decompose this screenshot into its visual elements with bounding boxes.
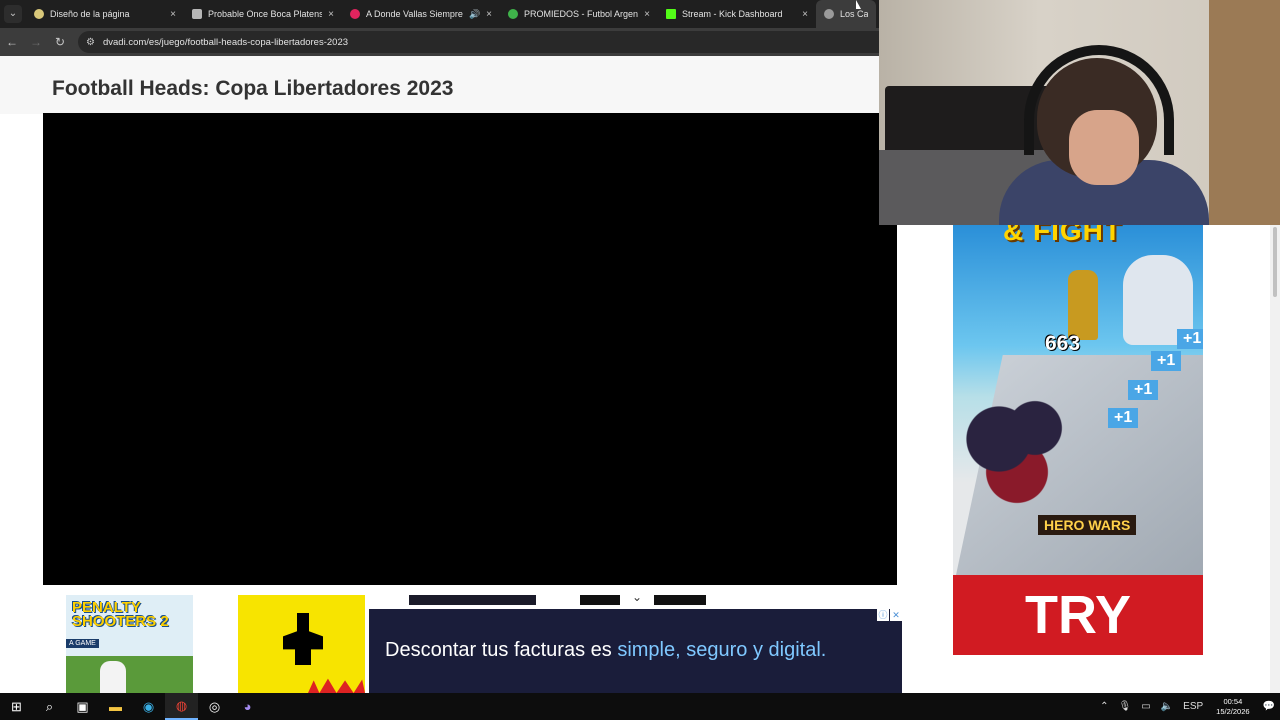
page-scrollbar[interactable]: [1270, 225, 1280, 693]
game-thumbnail-penalty-shooters[interactable]: PENALTY SHOOTERS 2 A GAME: [66, 595, 193, 693]
edge-browser-icon[interactable]: ◉: [132, 693, 165, 720]
tab-favicon-icon: [508, 9, 518, 19]
bottom-ad-banner[interactable]: Descontar tus facturas es simple, seguro…: [369, 609, 902, 693]
windows-taskbar: ⊞ ⌕ ▣ ▬ ◉ ◍ ◎ ◕ ⌃ 🎙 ▭ 🔈 ESP 00:54 15/2/2…: [0, 693, 1280, 720]
door: [1209, 0, 1280, 225]
headphones: [1024, 45, 1174, 155]
chevron-down-icon: ⌄: [4, 5, 22, 23]
ad-choices[interactable]: ⓘ ✕: [876, 609, 902, 621]
chevron-up-icon[interactable]: ⌃: [1100, 701, 1108, 712]
game-canvas[interactable]: [43, 113, 897, 585]
close-icon[interactable]: ×: [486, 9, 492, 20]
volume-icon[interactable]: 🔈: [1161, 701, 1173, 712]
url-text: dvadi.com/es/juego/football-heads-copa-l…: [102, 36, 349, 48]
ad-counter: 663: [1045, 332, 1081, 355]
ad-plus-label: +1: [1108, 408, 1139, 428]
reload-icon[interactable]: ↻: [48, 28, 72, 56]
ad-logo: HERO WARS: [1038, 515, 1137, 535]
close-icon[interactable]: ×: [802, 9, 808, 20]
windows-start-icon[interactable]: ⊞: [0, 693, 33, 720]
clock[interactable]: 00:54 15/2/2026: [1216, 697, 1249, 717]
close-icon[interactable]: ×: [644, 9, 650, 20]
language-indicator[interactable]: ESP: [1183, 701, 1203, 712]
ad-plus-label: +1: [1128, 380, 1159, 400]
clock-date: 15/2/2026: [1216, 706, 1250, 716]
file-explorer-icon[interactable]: ▬: [99, 693, 132, 720]
info-icon[interactable]: ⓘ: [877, 609, 889, 621]
tab-title: A Donde Vallas Siempre Es...: [366, 9, 465, 19]
thumbnail-title: PENALTY SHOOTERS 2: [72, 599, 169, 630]
tab-title: Stream - Kick Dashboard: [682, 9, 783, 19]
close-icon[interactable]: ✕: [890, 609, 902, 621]
system-tray: ⌃ 🎙 ▭ 🔈 ESP 00:54 15/2/2026 💬: [1095, 693, 1280, 720]
back-arrow-icon[interactable]: ←: [0, 28, 24, 56]
chrome-browser-icon[interactable]: ◍: [165, 693, 198, 720]
search-icon[interactable]: ⌕: [33, 693, 66, 720]
site-info-icon[interactable]: ⚙: [86, 37, 95, 48]
tab-diseno[interactable]: Diseño de la página ×: [26, 0, 184, 28]
ad-headline: & FIGHT: [1003, 225, 1122, 246]
tab-kick-dashboard[interactable]: Stream - Kick Dashboard ×: [658, 0, 816, 28]
tab-a-donde-vallas[interactable]: A Donde Vallas Siempre Es... 🔊 ×: [342, 0, 500, 28]
task-view-icon[interactable]: ▣: [66, 693, 99, 720]
tab-favicon-icon: [34, 9, 44, 19]
tab-search-button[interactable]: ⌄: [0, 0, 26, 28]
sidebar-ad-hero-wars[interactable]: & FIGHT 663 +1 +1 +1 +1 HERO WARS TRY: [953, 225, 1203, 655]
tab-favicon-icon: [824, 9, 834, 19]
tab-favicon-icon: [350, 9, 360, 19]
ad-cta-button[interactable]: TRY: [953, 575, 1203, 655]
tab-title: Probable Once Boca Platense: [208, 9, 323, 19]
address-bar[interactable]: ⚙ dvadi.com/es/juego/football-heads-copa…: [78, 31, 898, 53]
ad-plus-label: +1: [1151, 351, 1182, 371]
collapse-ad-button[interactable]: ⌄: [620, 588, 654, 606]
scrollbar-thumb[interactable]: [1273, 227, 1277, 297]
silhouette-figure: [283, 613, 323, 665]
title-bar: Football Heads: Copa Libertadores 2023: [0, 56, 880, 114]
tab-favicon-icon: [192, 9, 202, 19]
notifications-icon[interactable]: 💬: [1263, 701, 1275, 712]
tab-promiedos[interactable]: PROMIEDOS - Futbol Argentino ×: [500, 0, 658, 28]
tab-probable-once[interactable]: Probable Once Boca Platense ×: [184, 0, 342, 28]
thumbnail-tag: A GAME: [66, 639, 99, 648]
ad-statue-artwork: [1068, 270, 1098, 340]
game-thumbnail-yellow[interactable]: [238, 595, 365, 693]
ad-text: Descontar tus facturas es simple, seguro…: [385, 639, 827, 661]
ad-troops-artwork: [963, 395, 1083, 505]
discord-icon[interactable]: ◕: [231, 693, 264, 720]
tab-title: PROMIEDOS - Futbol Argentino: [524, 9, 639, 19]
tab-los-cabezones[interactable]: Los Cabezo: [816, 0, 876, 28]
flame-decoration: [308, 678, 365, 693]
tab-title: Diseño de la página: [50, 9, 130, 19]
tab-title: Los Cabezo: [840, 9, 868, 19]
network-icon[interactable]: ▭: [1141, 701, 1150, 712]
webcam-overlay: [879, 0, 1280, 225]
close-icon[interactable]: ×: [170, 9, 176, 20]
close-icon[interactable]: ×: [328, 9, 334, 20]
ad-plus-label: +1: [1177, 329, 1203, 349]
microphone-icon[interactable]: 🎙: [1119, 701, 1132, 712]
speaker-icon[interactable]: 🔊: [469, 9, 480, 20]
tab-favicon-icon: [666, 9, 676, 19]
forward-arrow-icon[interactable]: →: [24, 28, 48, 56]
player-figure: [100, 661, 126, 693]
page-title: Football Heads: Copa Libertadores 2023: [52, 77, 454, 100]
obs-icon[interactable]: ◎: [198, 693, 231, 720]
clock-time: 00:54: [1223, 696, 1243, 706]
mouse-cursor-icon: [856, 0, 861, 9]
game-thumbnail-3[interactable]: [409, 595, 536, 605]
